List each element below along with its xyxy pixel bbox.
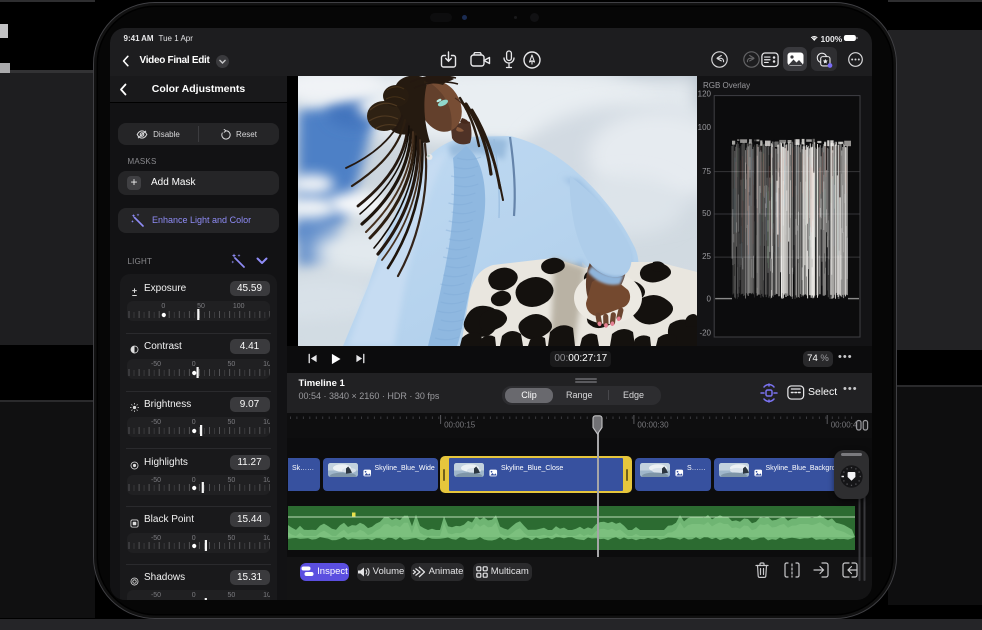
svg-text:120: 120: [698, 90, 712, 99]
svg-text:00:00:15: 00:00:15: [444, 421, 476, 430]
svg-text:00:00:30: 00:00:30: [637, 421, 669, 430]
svg-text:100: 100: [698, 123, 712, 132]
svg-text:25: 25: [702, 252, 711, 261]
svg-text:0: 0: [707, 294, 712, 303]
svg-text:-20: -20: [699, 329, 711, 338]
svg-text:75: 75: [702, 167, 711, 176]
svg-text:50: 50: [702, 209, 711, 218]
